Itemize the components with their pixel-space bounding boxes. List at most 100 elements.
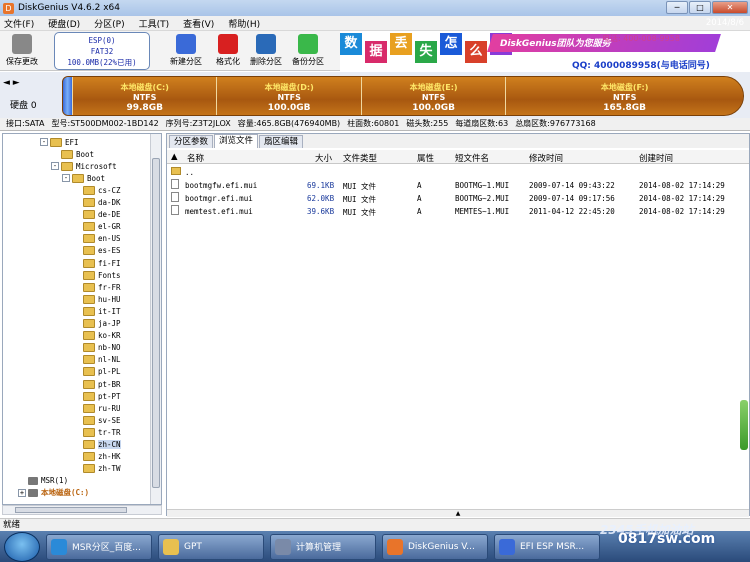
tab-2[interactable]: 扇区编辑: [259, 135, 304, 148]
toolbar-button-0[interactable]: 保存更改: [2, 34, 42, 67]
col-short[interactable]: 短文件名: [455, 152, 489, 164]
clock[interactable]: 2014/8/6: [706, 18, 744, 28]
taskbar-item-4[interactable]: EFI ESP MSR...: [494, 533, 600, 560]
menu-item-1[interactable]: 硬盘(D): [48, 17, 80, 30]
toolbar-icon-1: [176, 34, 196, 54]
toolbar-button-3[interactable]: 删除分区: [246, 34, 286, 67]
tree-node[interactable]: cs-CZ: [73, 184, 121, 196]
tree-node[interactable]: - EFI: [40, 136, 79, 148]
tree-node-label: Fonts: [98, 270, 121, 280]
disk-nav-arrows[interactable]: ◄ ►: [3, 78, 20, 88]
tree-node[interactable]: zh-TW: [73, 463, 121, 475]
esp-partition-block[interactable]: [63, 77, 72, 115]
tree-node[interactable]: it-IT: [73, 305, 121, 317]
tree-hscrollbar[interactable]: [2, 505, 162, 515]
tree-node[interactable]: pt-BR: [73, 378, 121, 390]
tree-node[interactable]: zh-HK: [73, 451, 121, 463]
taskbar-item-3[interactable]: DiskGenius V...: [382, 533, 488, 560]
taskbar-item-2[interactable]: 计算机管理: [270, 533, 376, 560]
tree-node[interactable]: + 本地磁盘(C:): [18, 487, 89, 499]
tree-node[interactable]: - Boot: [62, 172, 105, 184]
tree-node[interactable]: pl-PL: [73, 366, 121, 378]
tree-node-label: 本地磁盘(C:): [41, 488, 90, 498]
partition-size-3: 165.8GB: [603, 103, 646, 113]
tree-node[interactable]: MSR(1): [18, 475, 68, 487]
tree-node[interactable]: ru-RU: [73, 402, 121, 414]
file-mtime: 2009-07-14 09:43:22: [529, 181, 615, 190]
tree-node[interactable]: sv-SE: [73, 414, 121, 426]
toolbar-button-2[interactable]: 格式化: [208, 34, 248, 67]
tree-expander-icon[interactable]: +: [18, 488, 26, 497]
menu-item-4[interactable]: 查看(V): [183, 17, 214, 30]
tree-node[interactable]: tr-TR: [73, 426, 121, 438]
tree-node[interactable]: Fonts: [73, 269, 121, 281]
tree-node[interactable]: nl-NL: [73, 354, 121, 366]
toolbar-button-4[interactable]: 备份分区: [288, 34, 328, 67]
tree-expander-icon[interactable]: -: [62, 174, 70, 183]
tree-node[interactable]: zh-CN: [73, 439, 121, 451]
tree-node[interactable]: pt-PT: [73, 390, 121, 402]
tree-expander-icon[interactable]: -: [40, 138, 48, 146]
col-size[interactable]: 大小: [315, 152, 332, 164]
file-short: BOOTMG~1.MUI: [455, 181, 510, 190]
folder-icon: [83, 294, 95, 304]
tab-0[interactable]: 分区参数: [169, 135, 214, 148]
col-name[interactable]: 名称: [187, 152, 204, 164]
tree-node[interactable]: de-DE: [73, 209, 121, 221]
banner-name: DiskGenius团队为您服务: [500, 39, 611, 49]
tree-node[interactable]: el-GR: [73, 221, 121, 233]
menu-item-5[interactable]: 帮助(H): [228, 17, 260, 30]
disk-info-2: 序列号:Z3T2JLOX: [165, 119, 231, 128]
partition-block-3[interactable]: 本地磁盘(F:) NTFS 165.8GB: [505, 77, 743, 115]
tree-node-label: zh-CN: [98, 440, 121, 449]
close-button[interactable]: ✕: [712, 1, 748, 14]
taskbar-item-1[interactable]: GPT: [158, 533, 264, 560]
start-button[interactable]: [4, 531, 40, 562]
menu-item-2[interactable]: 分区(P): [94, 17, 124, 30]
partition-block-1[interactable]: 本地磁盘(D:) NTFS 100.0GB: [216, 77, 361, 115]
file-row[interactable]: bootmgr.efi.mui 62.0KB MUI 文件 A BOOTMG~2.MUI…: [167, 192, 749, 204]
col-attr[interactable]: 属性: [417, 152, 434, 164]
tree-vscrollbar[interactable]: [150, 134, 161, 504]
folder-icon: [83, 198, 95, 207]
col-ctime[interactable]: 创建时间: [639, 152, 673, 164]
tree-node[interactable]: en-US: [73, 233, 121, 245]
banner-tile-1: 据: [365, 41, 387, 63]
partition-block-0[interactable]: 本地磁盘(C:) NTFS 99.8GB: [72, 77, 217, 115]
tree-node[interactable]: ja-JP: [73, 318, 121, 330]
file-size: 39.6KB: [307, 207, 335, 216]
partition-block-2[interactable]: 本地磁盘(E:) NTFS 100.0GB: [360, 77, 506, 115]
panel-splitter[interactable]: ▲: [167, 509, 749, 517]
tree-vscroll-thumb[interactable]: [152, 158, 160, 488]
file-row[interactable]: memtest.efi.mui 39.6KB MUI 文件 A MEMTES~1.MUI…: [167, 205, 749, 217]
file-row[interactable]: bootmgfw.efi.mui 69.1KB MUI 文件 A BOOTMG~1.MU…: [167, 179, 749, 191]
menu-item-3[interactable]: 工具(T): [139, 17, 170, 30]
col-mtime[interactable]: 修改时间: [529, 152, 563, 164]
minimize-button[interactable]: ─: [666, 1, 688, 14]
tree-node[interactable]: fr-FR: [73, 281, 121, 293]
menu-item-0[interactable]: 文件(F): [4, 17, 34, 30]
taskbar-item-0[interactable]: MSR分区_百度...: [46, 533, 152, 560]
tree-hscroll-thumb[interactable]: [15, 507, 127, 513]
file-name: bootmgr.efi.mui: [185, 194, 253, 203]
maximize-button[interactable]: □: [689, 1, 711, 14]
partition-strip: 本地磁盘(C:) NTFS 99.8GB 本地磁盘(D:) NTFS 100.0GB 本地磁…: [62, 76, 744, 116]
tree-expander-icon[interactable]: -: [51, 162, 59, 171]
tree-node[interactable]: fi-FI: [73, 257, 121, 269]
tree-node[interactable]: es-ES: [73, 245, 121, 257]
ad-banner[interactable]: 数据丢失怎么办 DiskGenius团队为您服务 电话: 400-008-995…: [340, 31, 750, 71]
tab-1[interactable]: 浏览文件: [214, 134, 259, 148]
drive-icon: [28, 476, 38, 485]
disk-info-bar: 接口:SATA 型号:ST500DM002-1BD142 序列号:Z3T2JLOX 容…: [0, 118, 750, 131]
tree-node[interactable]: hu-HU: [73, 293, 121, 305]
tree-node[interactable]: - Microsoft: [51, 160, 117, 172]
tree-node[interactable]: Boot: [51, 148, 94, 160]
tree-node[interactable]: da-DK: [73, 197, 121, 209]
parent-dir-row[interactable]: ..: [167, 166, 749, 178]
tree-node[interactable]: nb-NO: [73, 342, 121, 354]
tree-node[interactable]: ko-KR: [73, 330, 121, 342]
col-type[interactable]: 文件类型: [343, 152, 377, 164]
tree-node-label: Boot: [87, 173, 106, 183]
toolbar-button-1[interactable]: 新建分区: [166, 34, 206, 67]
tree-node-label: nb-NO: [98, 343, 121, 353]
